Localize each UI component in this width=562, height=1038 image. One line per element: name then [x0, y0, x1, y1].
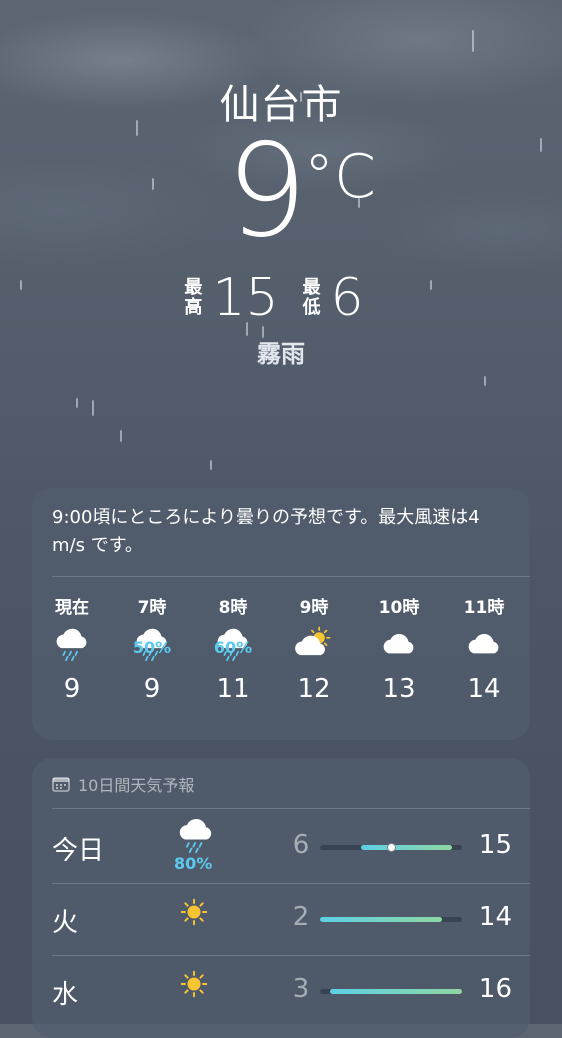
temperature-range-fill	[320, 917, 442, 922]
daily-row[interactable]: 火 2 14	[32, 883, 530, 956]
hour-label: 現在	[55, 598, 89, 618]
day-low: 3	[292, 974, 310, 1004]
hour-temperature: 14	[467, 674, 501, 704]
hour-temperature: 11	[216, 674, 250, 704]
temperature-range-fill	[330, 989, 462, 994]
day-label: 今日	[52, 836, 105, 866]
temperature-range-bar	[320, 917, 462, 922]
hourly-item[interactable]: 11時 14	[444, 596, 524, 704]
sun-icon	[176, 894, 220, 938]
rain-drop	[472, 30, 474, 52]
forecast-summary: 9:00頃にところにより曇りの予想です。最大風速は4 m/s です。	[52, 507, 480, 556]
sun-icon	[176, 966, 220, 1010]
hour-temperature: 9	[63, 674, 81, 704]
precip-chance: 60%	[213, 638, 253, 657]
hourly-item[interactable]: 10時 13	[359, 596, 439, 704]
rain-drop	[76, 398, 78, 408]
daily-row[interactable]: 今日 80% 6 15	[32, 812, 530, 884]
hourly-item[interactable]: 現在 9	[32, 596, 112, 704]
low-label: 最 低	[302, 277, 321, 318]
high-temperature: 15	[212, 268, 279, 328]
rain-drop	[484, 376, 486, 386]
hourly-item[interactable]: 7時 50% 9	[112, 596, 192, 704]
current-temp-marker	[386, 843, 396, 852]
hour-temperature: 13	[382, 674, 416, 704]
high-low: 最 高 15 最 低 6	[0, 268, 562, 328]
day-low: 2	[292, 902, 310, 932]
day-high: 15	[478, 830, 512, 860]
day-high: 14	[478, 902, 512, 932]
cloud-rain-icon	[32, 620, 112, 670]
rain-drop	[152, 178, 154, 190]
rain-drop	[92, 400, 94, 416]
daily-forecast-card[interactable]: 10日間天気予報 今日 80% 6 15 火 2 14 水 3 16	[32, 758, 530, 1038]
daily-forecast-title: 10日間天気予報	[78, 776, 195, 795]
day-high: 16	[478, 974, 512, 1004]
hour-temperature: 12	[297, 674, 331, 704]
divider	[52, 576, 530, 577]
high-label: 最 高	[184, 277, 203, 318]
day-label: 火	[52, 908, 79, 938]
current-temperature: 9	[226, 117, 308, 266]
rain-drop	[120, 430, 122, 442]
cloud-icon	[444, 620, 524, 670]
cloud-icon	[359, 620, 439, 670]
rain-drop	[210, 460, 212, 470]
hour-label: 10時	[378, 598, 420, 618]
divider	[52, 883, 530, 884]
temperature-range-bar	[320, 843, 462, 852]
divider	[52, 955, 530, 956]
hour-temperature: 9	[143, 674, 161, 704]
temperature-range-fill	[360, 845, 452, 850]
precip-chance: 50%	[132, 638, 172, 657]
low-temperature: 6	[330, 268, 364, 328]
daily-forecast-header: 10日間天気予報	[52, 772, 194, 796]
hourly-item[interactable]: 8時 60% 11	[193, 596, 273, 704]
day-low: 6	[292, 830, 310, 860]
calendar-icon	[52, 776, 70, 792]
day-label: 水	[52, 980, 79, 1010]
hourly-list[interactable]: 現在 9 7時 50% 9 8時 60% 11 9時 12 10時 13 11時 14	[32, 596, 530, 726]
hour-label: 11時	[463, 598, 505, 618]
rain-drop	[540, 138, 542, 152]
temperature-range-bar	[320, 989, 462, 994]
partly-cloudy-icon	[274, 620, 354, 670]
divider	[52, 808, 530, 809]
hour-label: 8時	[218, 598, 248, 618]
hour-label: 7時	[137, 598, 167, 618]
cloud-rain-icon	[176, 814, 220, 858]
precip-chance: 80%	[174, 854, 213, 873]
condition-text: 霧雨	[257, 340, 305, 368]
hour-label: 9時	[299, 598, 329, 618]
hourly-item[interactable]: 9時 12	[274, 596, 354, 704]
temperature-unit: °C	[304, 142, 376, 212]
hourly-forecast-card[interactable]: 9:00頃にところにより曇りの予想です。最大風速は4 m/s です。 現在 9 7時…	[32, 488, 530, 740]
daily-row[interactable]: 水 3 16	[32, 955, 530, 1028]
